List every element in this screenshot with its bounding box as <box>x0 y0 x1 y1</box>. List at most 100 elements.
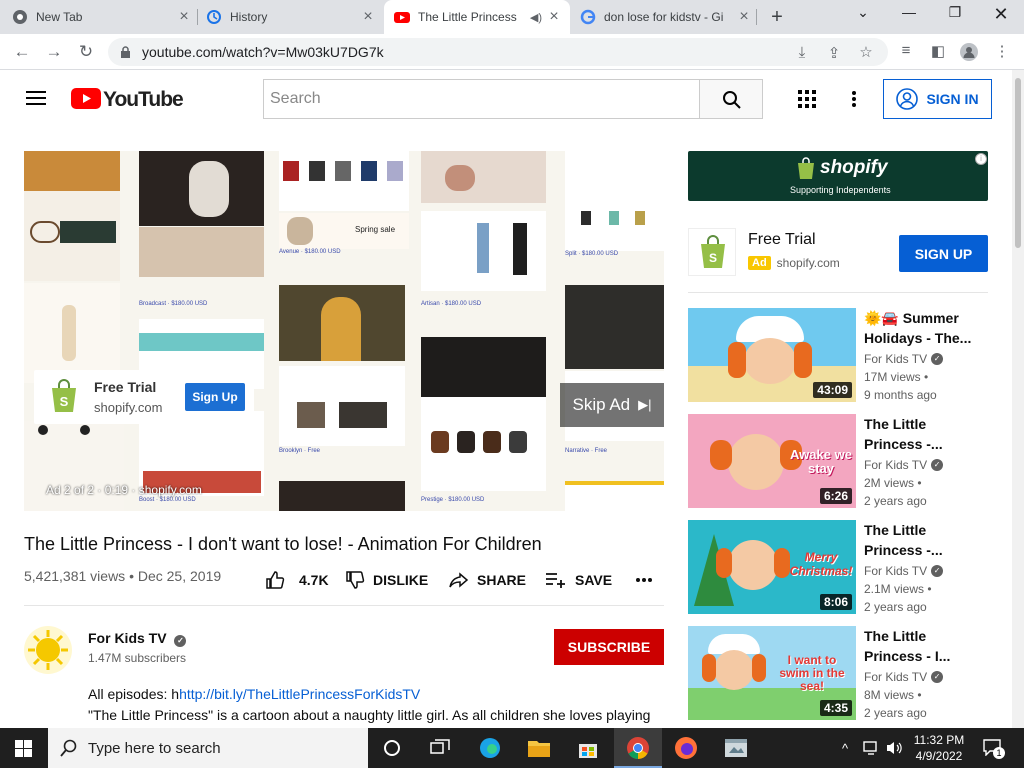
like-button[interactable]: 4.7K <box>265 570 329 590</box>
reload-button[interactable]: ↻ <box>76 42 96 62</box>
ad-collage-image <box>279 285 405 361</box>
description-link[interactable]: http://bit.ly/TheLittlePrincessForKidsTV <box>179 686 420 702</box>
recommended-title[interactable]: The Little Princess -... <box>864 520 988 560</box>
sidebar-sign-up-button[interactable]: SIGN UP <box>899 235 988 272</box>
profile-icon[interactable] <box>960 43 978 61</box>
channel-avatar[interactable] <box>24 626 72 674</box>
sign-in-button[interactable]: SIGN IN <box>883 79 992 119</box>
tab-history[interactable]: History × <box>206 0 376 34</box>
file-explorer-icon[interactable] <box>527 736 551 760</box>
close-window-button[interactable]: ✕ <box>986 4 1016 25</box>
page-scrollbar[interactable] <box>1012 70 1024 728</box>
volume-icon[interactable] <box>884 736 904 760</box>
download-icon[interactable]: ⤓ <box>792 44 812 61</box>
recommended-video[interactable]: Awake we stay 6:26 The Little Princess -… <box>688 414 988 510</box>
description-prefix: All episodes: h <box>88 686 180 702</box>
forward-button[interactable]: → <box>44 42 64 62</box>
task-view-icon[interactable] <box>428 736 452 760</box>
video-player[interactable]: Broadcast · $180.00 USD Boost · $180.00 … <box>24 151 664 511</box>
sidebar-ad-logo[interactable]: S <box>688 228 736 276</box>
thumbnail-caption: Awake we stay <box>790 447 852 476</box>
ad-badge: Ad <box>748 256 771 270</box>
description-line: "The Little Princess" is a cartoon about… <box>88 707 651 723</box>
back-button[interactable]: ← <box>12 42 32 62</box>
new-tab-button[interactable]: + <box>766 6 788 29</box>
minimize-button[interactable]: — <box>894 4 924 20</box>
ad-collage-image <box>139 151 264 226</box>
tab-google-search[interactable]: don lose for kidstv - Gi × <box>580 0 752 34</box>
tab-the-little-princess[interactable]: The Little Princess ◀) × <box>384 0 570 34</box>
skip-ad-button[interactable]: Skip Ad ▶| <box>560 383 664 427</box>
sign-in-label: SIGN IN <box>926 91 979 107</box>
app-window-icon[interactable] <box>724 736 748 760</box>
video-thumbnail[interactable]: Awake we stay 6:26 <box>688 414 856 508</box>
ad-collage-image: Spring sale <box>279 213 409 249</box>
theme-link: Brooklyn · Free <box>279 448 321 454</box>
dislike-button[interactable]: DISLIKE <box>345 570 428 590</box>
close-tab-icon[interactable]: × <box>736 8 752 26</box>
browser-menu-icon[interactable]: ⋮ <box>992 42 1012 60</box>
share-icon[interactable]: ⇪ <box>824 44 844 62</box>
ad-info-icon[interactable]: i <box>975 153 987 165</box>
cortana-icon[interactable] <box>380 736 404 760</box>
search-input[interactable]: Search <box>263 79 700 119</box>
recommended-video[interactable]: 43:09 🌞🚘 Summer Holidays - The... For Ki… <box>688 308 988 404</box>
side-panel-icon[interactable]: ◧ <box>928 42 948 60</box>
chevron-down-icon[interactable]: ⌄ <box>848 4 878 21</box>
ad-sign-up-button[interactable]: Sign Up <box>185 383 245 411</box>
omnibox[interactable]: youtube.com/watch?v=Mw03kU7DG7k ⤓ ⇪ ☆ <box>108 38 888 66</box>
shopify-banner-ad[interactable]: shopify Supporting Independents <box>688 151 988 201</box>
chevron-up-icon[interactable]: ^ <box>836 736 854 760</box>
ad-collage-image <box>24 151 120 191</box>
ad-overlay-card[interactable]: S Free Trial shopify.com Sign Up <box>34 370 254 424</box>
ad-collage-image <box>24 191 120 281</box>
sun-icon <box>28 630 68 670</box>
close-tab-icon[interactable]: × <box>176 8 192 26</box>
close-tab-icon[interactable]: × <box>360 8 376 26</box>
recommended-video[interactable]: I want to swim in the sea! 4:35 The Litt… <box>688 626 988 722</box>
video-thumbnail[interactable]: 43:09 <box>688 308 856 402</box>
account-icon <box>896 88 919 110</box>
duration-badge: 8:06 <box>819 594 852 610</box>
system-clock[interactable]: 11:32 PM 4/9/2022 <box>905 732 973 764</box>
recommended-title[interactable]: 🌞🚘 Summer Holidays - The... <box>864 308 988 348</box>
subscribe-button[interactable]: SUBSCRIBE <box>554 629 664 665</box>
close-tab-icon[interactable]: × <box>546 8 562 26</box>
youtube-wordmark[interactable]: YouTube <box>103 88 184 112</box>
recommended-title[interactable]: The Little Princess - I... <box>864 626 988 666</box>
youtube-logo-icon[interactable] <box>71 88 101 109</box>
share-button[interactable]: SHARE <box>449 570 526 590</box>
reading-list-icon[interactable]: ≡ <box>896 42 916 59</box>
more-options-icon[interactable] <box>851 90 857 108</box>
banner-brand: shopify <box>820 157 888 178</box>
star-icon[interactable]: ☆ <box>856 43 876 61</box>
apps-grid-icon[interactable] <box>798 90 816 108</box>
sidebar-ad-title[interactable]: Free Trial <box>748 231 816 249</box>
recommended-channel: For Kids TV ✓ <box>864 670 944 684</box>
channel-name[interactable]: For Kids TV ✓ <box>88 630 187 647</box>
recommended-video[interactable]: Merry Christmas! 8:06 The Little Princes… <box>688 520 988 616</box>
ad-collage-image <box>421 211 546 291</box>
edge-icon[interactable] <box>478 736 502 760</box>
tab-new-tab[interactable]: New Tab × <box>12 0 192 34</box>
speaker-icon[interactable]: ◀) <box>530 11 542 24</box>
more-actions-icon[interactable] <box>636 578 652 582</box>
svg-text:S: S <box>60 394 69 409</box>
notifications-icon[interactable]: 1 <box>982 738 1006 759</box>
windows-start-icon[interactable] <box>15 740 32 757</box>
network-icon[interactable] <box>860 736 882 760</box>
video-thumbnail[interactable]: Merry Christmas! 8:06 <box>688 520 856 614</box>
microsoft-store-icon[interactable] <box>576 736 600 760</box>
taskbar-search-box[interactable]: Type here to search <box>48 728 368 768</box>
dislike-label: DISLIKE <box>373 572 429 588</box>
search-button[interactable] <box>699 79 763 119</box>
thumbs-up-icon <box>266 571 285 589</box>
restore-button[interactable]: ❐ <box>940 4 970 21</box>
taskbar-chrome-active[interactable] <box>614 728 662 768</box>
scrollbar-thumb[interactable] <box>1015 78 1021 248</box>
firefox-icon[interactable] <box>674 736 698 760</box>
hamburger-menu-icon[interactable] <box>26 90 46 106</box>
save-button[interactable]: SAVE <box>545 570 612 590</box>
video-thumbnail[interactable]: I want to swim in the sea! 4:35 <box>688 626 856 720</box>
recommended-title[interactable]: The Little Princess -... <box>864 414 988 454</box>
